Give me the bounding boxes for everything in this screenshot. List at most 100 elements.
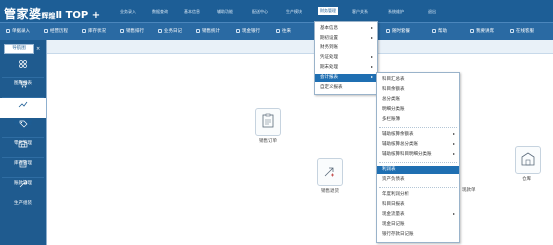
warehouse-icon — [521, 152, 535, 166]
toolbar-button-bank[interactable]: 现金银行 — [236, 28, 260, 34]
tab-navigation-map[interactable]: 导航图 — [4, 44, 34, 54]
menu-item-multi-column[interactable]: 多栏账簿 — [377, 116, 459, 124]
menu-item-bank-journal[interactable]: 银行存款日记账 — [377, 231, 459, 239]
chevron-right-icon: ▸ — [371, 74, 374, 79]
card-warehouse[interactable] — [515, 146, 541, 174]
top-nav-item-query[interactable]: 数据查询 — [152, 9, 168, 15]
card-sales-order[interactable] — [255, 108, 281, 136]
toolbar-label: 随时套餐 — [392, 29, 410, 34]
toolbar-button-online-service[interactable]: 在线客服 — [510, 28, 534, 34]
bank-icon — [236, 29, 240, 33]
menu-item-basic-info[interactable]: 基本信息 ▸ — [315, 25, 377, 33]
chevron-right-icon: ▸ — [453, 151, 456, 156]
sidebar-item-production[interactable]: 生产组装 — [0, 178, 46, 206]
menu-item-custom-report[interactable]: 自定义报表 — [315, 84, 377, 92]
app-window: 管家婆辉煌Ⅱ TOP + 业务录入 数据查询 基本信息 辅助功能 配送中心 生产… — [0, 0, 553, 245]
menu-item-initial-setup[interactable]: 期初设置 ▸ — [315, 35, 377, 43]
service-icon — [510, 29, 514, 33]
toolbar-button-entry[interactable]: 单据录入 — [6, 28, 30, 34]
menu-item-detail-ledger[interactable]: 明细分类账 — [377, 106, 459, 114]
main-content: 销售订单 销售退货 现款单 仓库 — [46, 40, 553, 245]
toolbar-label: 现金银行 — [242, 29, 260, 34]
trend-icon — [18, 101, 28, 108]
stock-icon — [82, 29, 86, 33]
menu-item-finance-arrival[interactable]: 财务到账 — [315, 44, 377, 52]
entry-icon — [6, 29, 10, 33]
toolbar-button-account[interactable]: 往来 — [276, 28, 291, 34]
top-nav-item-basic[interactable]: 基本信息 — [184, 9, 200, 15]
sidebar-item-chart-reports[interactable]: 图形报表 — [0, 58, 46, 86]
sidebar-item-sales[interactable]: 销售管理 — [0, 98, 46, 126]
toolbar-button-stats[interactable]: 销售统计 — [196, 28, 220, 34]
menu-item-label: 辅助核算余额表 — [382, 132, 414, 137]
menu-item-subject-summary[interactable]: 科目汇总表 — [377, 76, 459, 84]
toolbar-button-history[interactable]: 经营历程 — [44, 28, 68, 34]
menu-separator — [379, 127, 457, 128]
sidebar: 导航图 × 图形报表 采购管理 销售管理 零售管理 库存管理 — [0, 40, 46, 245]
toolbar-button-package[interactable]: 随时套餐 — [386, 28, 410, 34]
toolbar-button-stock[interactable]: 库存状况 — [82, 28, 106, 34]
chevron-right-icon: ▸ — [453, 131, 456, 136]
package-icon — [386, 29, 390, 33]
close-icon[interactable]: × — [36, 46, 40, 52]
toolbar-label: 业务日记 — [164, 29, 182, 34]
sidebar-item-inventory[interactable]: 库存管理 — [0, 138, 46, 166]
top-nav-item-production[interactable]: 生产模块 — [286, 9, 302, 15]
toolbar-label: 库存状况 — [88, 29, 106, 34]
menu-item-aux-general-ledger[interactable]: 辅助核算总分类账 ▸ — [377, 141, 459, 149]
menu-item-label: 基本信息 — [320, 26, 338, 31]
sidebar-item-purchase[interactable]: 采购管理 — [0, 78, 46, 106]
toolbar-button-help[interactable]: 帮助 — [432, 28, 447, 34]
tag-icon — [19, 120, 28, 128]
menu-item-period-end[interactable]: 期末处理 ▸ — [315, 64, 377, 72]
logo-version: Ⅱ TOP + — [55, 10, 101, 21]
sidebar-item-accounts[interactable]: 账款管理 — [0, 158, 46, 186]
menu-item-income-statement[interactable]: 利润表 — [377, 166, 459, 174]
history-icon — [44, 29, 48, 33]
report-submenu: 科目汇总表 科目余额表 总分类账 明细分类账 多栏账簿 辅助核算余额表 ▸ 辅助核… — [376, 72, 460, 243]
return-icon — [324, 167, 334, 177]
top-nav-item-crm[interactable]: 客户关系 — [352, 9, 368, 15]
menu-item-subject-daily[interactable]: 科目日报表 — [377, 201, 459, 209]
menu-separator — [379, 162, 457, 163]
ranking-icon — [120, 29, 124, 33]
chevron-right-icon: ▸ — [371, 64, 374, 69]
menu-item-balance-sheet[interactable]: 资产负债表 — [377, 176, 459, 184]
menu-item-label: 多栏账簿 — [382, 117, 400, 122]
chevron-right-icon: ▸ — [371, 54, 374, 59]
menu-item-accounting-reports[interactable]: 会计报表 ▸ — [315, 74, 377, 82]
top-nav-item-aux[interactable]: 辅助功能 — [217, 9, 233, 15]
top-nav-item-finance[interactable]: 财务管理 — [318, 7, 338, 15]
toolbar-button-ranking[interactable]: 销售排行 — [120, 28, 144, 34]
menu-item-annual-profit[interactable]: 年度利润分析 — [377, 191, 459, 199]
top-nav-item-entry[interactable]: 业务录入 — [120, 9, 136, 15]
menu-item-label: 银行存款日记账 — [382, 232, 414, 237]
menu-item-subject-balance[interactable]: 科目余额表 — [377, 86, 459, 94]
top-nav-item-distribution[interactable]: 配送中心 — [252, 9, 268, 15]
toolbar-label: 单据录入 — [12, 29, 30, 34]
menu-item-label: 资产负债表 — [382, 177, 405, 182]
title-bar: 管家婆辉煌Ⅱ TOP + 业务录入 数据查询 基本信息 辅助功能 配送中心 生产… — [0, 0, 553, 22]
chevron-right-icon: ▸ — [453, 141, 456, 146]
menu-item-aux-detail-ledger[interactable]: 辅助核算科目明细分类账 ▸ — [377, 151, 459, 159]
toolbar-label: 经营历程 — [50, 29, 68, 34]
toolbar-button-training[interactable]: 我要讲席 — [470, 28, 494, 34]
menu-item-label: 科目日报表 — [382, 202, 405, 207]
menu-item-cash-journal[interactable]: 现金日记账 — [377, 221, 459, 229]
menu-item-general-ledger[interactable]: 总分类账 — [377, 96, 459, 104]
menu-item-cash-flow[interactable]: 现金流量表 ▸ — [377, 211, 459, 219]
stats-icon — [196, 29, 200, 33]
menu-item-aux-balance[interactable]: 辅助核算余额表 ▸ — [377, 131, 459, 139]
menu-item-voucher[interactable]: 凭证处理 ▸ — [315, 54, 377, 62]
sidebar-item-label: 生产组装 — [14, 201, 32, 206]
toolbar-button-diary[interactable]: 业务日记 — [158, 28, 182, 34]
top-nav-item-system[interactable]: 系统维护 — [388, 9, 404, 15]
card-sales-return[interactable] — [317, 158, 343, 186]
chevron-right-icon: ▸ — [371, 35, 374, 40]
menu-separator — [379, 187, 457, 188]
top-nav-item-exit[interactable]: 退出 — [428, 9, 436, 15]
toolbar-label: 帮助 — [438, 29, 447, 34]
toolbar-label: 在线客服 — [516, 29, 534, 34]
menu-item-label: 会计报表 — [320, 75, 338, 80]
sidebar-item-retail[interactable]: 零售管理 — [0, 118, 46, 146]
